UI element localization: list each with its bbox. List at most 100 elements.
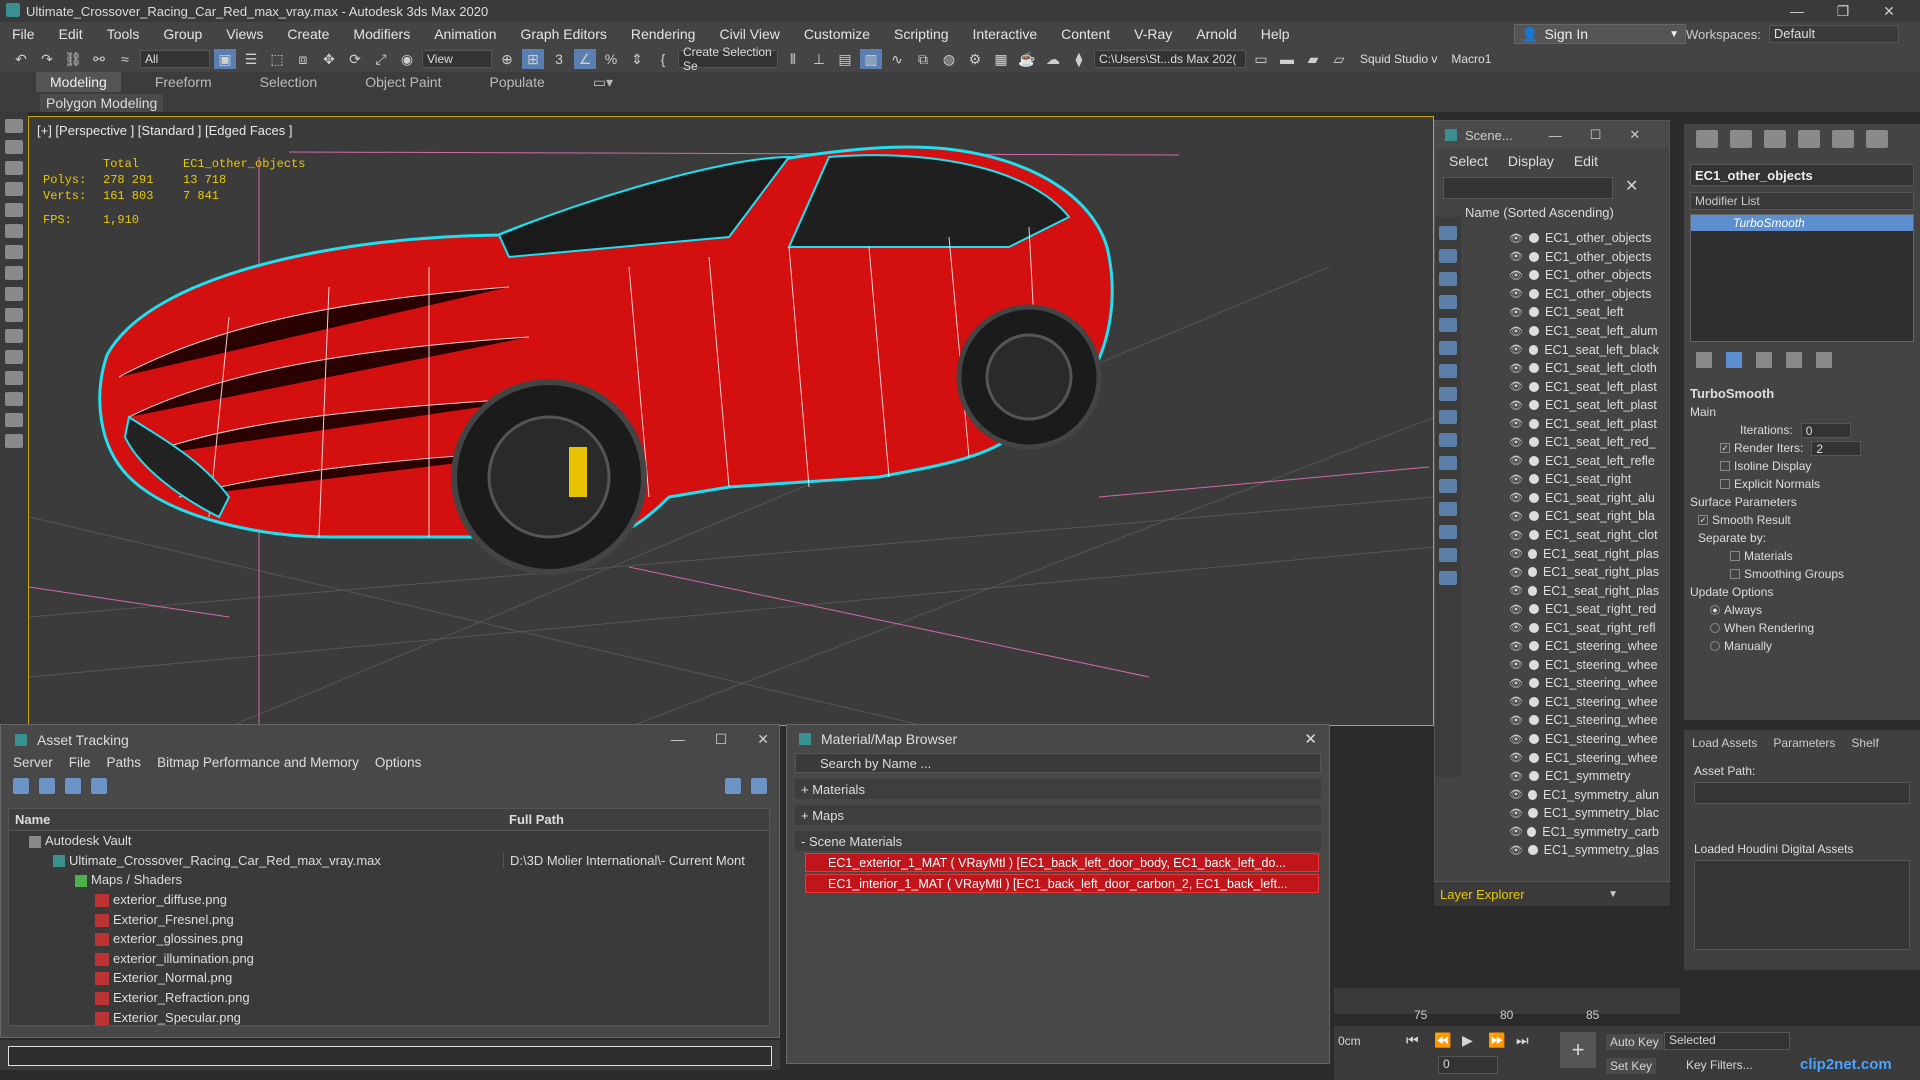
- object-dot-icon[interactable]: [1529, 715, 1539, 726]
- list-item[interactable]: 👁 EC1_symmetry: [1463, 767, 1659, 786]
- close-icon[interactable]: ✕: [1629, 127, 1640, 143]
- object-dot-icon[interactable]: [1529, 752, 1539, 763]
- move-icon[interactable]: ✥: [318, 49, 340, 69]
- object-dot-icon[interactable]: [1529, 771, 1539, 782]
- configure-sets-icon[interactable]: [1816, 352, 1832, 368]
- list-item[interactable]: 👁 EC1_seat_right_red: [1463, 600, 1659, 619]
- menu-vray[interactable]: V-Ray: [1122, 26, 1184, 42]
- list-item[interactable]: 👁 EC1_steering_whee: [1463, 748, 1659, 767]
- visibility-eye-icon[interactable]: 👁: [1509, 603, 1529, 616]
- asset-menu-bitmap[interactable]: Bitmap Performance and Memory: [157, 755, 359, 773]
- visibility-eye-icon[interactable]: 👁: [1509, 714, 1529, 727]
- visibility-eye-icon[interactable]: 👁: [1509, 491, 1529, 504]
- ribbon-options-icon[interactable]: ▭▾: [579, 72, 627, 93]
- list-item[interactable]: 👁 EC1_other_objects: [1463, 266, 1659, 285]
- asset-menu-file[interactable]: File: [69, 755, 91, 773]
- object-dot-icon[interactable]: [1528, 344, 1539, 355]
- filter-icon[interactable]: [1439, 433, 1457, 447]
- material-search-input[interactable]: Search by Name ...: [795, 753, 1321, 773]
- menu-content[interactable]: Content: [1049, 26, 1122, 42]
- list-item[interactable]: 👁 EC1_steering_whee: [1463, 637, 1659, 656]
- open-icon[interactable]: ▬: [1276, 49, 1298, 69]
- layer-explorer-icon[interactable]: ▤: [834, 49, 856, 69]
- scale-icon[interactable]: ⤢: [370, 49, 392, 69]
- list-item[interactable]: 👁 EC1_seat_left: [1463, 303, 1659, 322]
- list-item[interactable]: 👁 EC1_seat_right: [1463, 470, 1659, 489]
- angle-snap-icon[interactable]: ∠: [574, 49, 596, 69]
- help-icon[interactable]: [725, 778, 741, 794]
- object-dot-icon[interactable]: [1529, 400, 1539, 411]
- menu-file[interactable]: File: [0, 26, 47, 42]
- object-dot-icon[interactable]: [1529, 622, 1539, 633]
- modify-tab-icon[interactable]: [1730, 130, 1752, 148]
- list-item[interactable]: 👁 EC1_seat_left_plast: [1463, 377, 1659, 396]
- visibility-eye-icon[interactable]: 👁: [1509, 751, 1529, 764]
- visibility-eye-icon[interactable]: 👁: [1509, 362, 1529, 375]
- close-icon[interactable]: ✕: [757, 731, 769, 748]
- visibility-eye-icon[interactable]: 👁: [1509, 566, 1528, 579]
- object-dot-icon[interactable]: [1529, 492, 1539, 503]
- filter-icon[interactable]: [1439, 387, 1457, 401]
- visibility-eye-icon[interactable]: 👁: [1509, 269, 1529, 282]
- list-item[interactable]: 👁 EC1_seat_right_bla: [1463, 507, 1659, 526]
- key-mode-select[interactable]: Selected: [1664, 1032, 1790, 1050]
- menu-civil-view[interactable]: Civil View: [707, 26, 791, 42]
- list-item[interactable]: 👁 EC1_seat_left_black: [1463, 340, 1659, 359]
- object-dot-icon[interactable]: [1527, 789, 1537, 800]
- always-radio[interactable]: ●: [1710, 605, 1720, 615]
- object-dot-icon[interactable]: [1529, 511, 1539, 522]
- window-crossing-icon[interactable]: ⧈: [292, 49, 314, 69]
- object-dot-icon[interactable]: [1529, 307, 1539, 318]
- menu-edit[interactable]: Edit: [47, 26, 95, 42]
- object-dot-icon[interactable]: [1529, 437, 1539, 448]
- make-unique-icon[interactable]: [1756, 352, 1772, 368]
- tool-icon[interactable]: [5, 140, 23, 154]
- object-dot-icon[interactable]: [1529, 381, 1539, 392]
- materials-checkbox[interactable]: [1730, 551, 1740, 561]
- menu-group[interactable]: Group: [151, 26, 214, 42]
- select-by-name-icon[interactable]: ☰: [240, 49, 262, 69]
- tree-view-icon[interactable]: [65, 778, 81, 794]
- visibility-eye-icon[interactable]: 👁: [1509, 584, 1528, 597]
- visibility-eye-icon[interactable]: 👁: [1509, 677, 1529, 690]
- prev-frame-icon[interactable]: ⏪: [1434, 1032, 1451, 1049]
- goto-start-icon[interactable]: ⏮: [1406, 1032, 1419, 1049]
- selection-filter-select[interactable]: All: [140, 50, 210, 68]
- scene-column-header[interactable]: Name (Sorted Ascending): [1463, 205, 1669, 223]
- scene-menu-display[interactable]: Display: [1508, 153, 1554, 169]
- table-row[interactable]: Exterior_Refraction.png: [9, 988, 769, 1008]
- list-item[interactable]: 👁 EC1_steering_whee: [1463, 730, 1659, 749]
- list-item[interactable]: 👁 EC1_steering_whee: [1463, 656, 1659, 675]
- tool-icon[interactable]: [5, 287, 23, 301]
- table-row[interactable]: Ultimate_Crossover_Racing_Car_Red_max_vr…: [9, 851, 769, 871]
- bind-space-warp-icon[interactable]: ≈: [114, 49, 136, 69]
- visibility-eye-icon[interactable]: 👁: [1509, 547, 1528, 560]
- utilities-tab-icon[interactable]: [1866, 130, 1888, 148]
- menu-graph-editors[interactable]: Graph Editors: [508, 26, 618, 42]
- tool-icon[interactable]: [5, 413, 23, 427]
- table-row[interactable]: Exterior_Normal.png: [9, 968, 769, 988]
- tab-modeling[interactable]: Modeling: [36, 72, 121, 92]
- tab-freeform[interactable]: Freeform: [141, 72, 226, 92]
- rotate-icon[interactable]: ⟳: [344, 49, 366, 69]
- filter-icon[interactable]: [1439, 548, 1457, 562]
- schematic-view-icon[interactable]: ⧉: [912, 49, 934, 69]
- object-dot-icon[interactable]: [1527, 548, 1537, 559]
- list-item[interactable]: 👁 EC1_seat_left_refle: [1463, 452, 1659, 471]
- menu-create[interactable]: Create: [275, 26, 341, 42]
- turbosmooth-rollout-title[interactable]: TurboSmooth: [1690, 386, 1914, 401]
- visibility-eye-icon[interactable]: 👁: [1509, 436, 1529, 449]
- maps-section[interactable]: + Maps: [795, 805, 1321, 825]
- list-item[interactable]: 👁 EC1_seat_right_clot: [1463, 526, 1659, 545]
- table-view-icon[interactable]: [91, 778, 107, 794]
- filter-icon[interactable]: [1439, 502, 1457, 516]
- object-dot-icon[interactable]: [1529, 418, 1539, 429]
- tool-icon[interactable]: [5, 161, 23, 175]
- iterations-spinner[interactable]: 0: [1800, 422, 1851, 438]
- motion-tab-icon[interactable]: [1798, 130, 1820, 148]
- object-dot-icon[interactable]: [1529, 530, 1539, 541]
- explicit-normals-checkbox[interactable]: [1720, 479, 1730, 489]
- remove-modifier-icon[interactable]: [1786, 352, 1802, 368]
- table-row[interactable]: exterior_illumination.png: [9, 949, 769, 969]
- visibility-eye-icon[interactable]: 👁: [1509, 454, 1529, 467]
